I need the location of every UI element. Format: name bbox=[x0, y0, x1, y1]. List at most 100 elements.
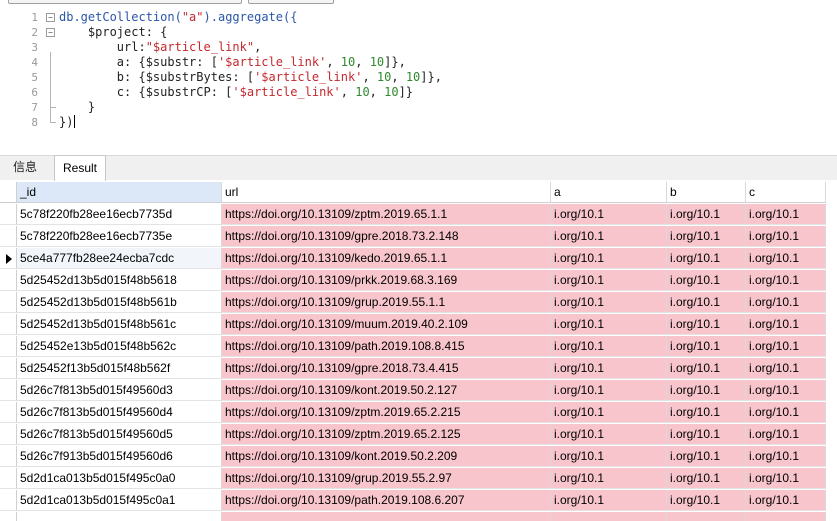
row-indicator[interactable] bbox=[0, 380, 17, 401]
code-text[interactable]: db.getCollection("a").aggregate({ bbox=[59, 10, 297, 25]
row-indicator[interactable] bbox=[0, 512, 17, 521]
cell-b[interactable]: i.org/10.1 bbox=[667, 292, 746, 313]
cell-c[interactable]: i.org/10.1 bbox=[746, 314, 826, 335]
row-indicator[interactable] bbox=[0, 336, 17, 357]
cell-id[interactable]: 5c78f220fb28ee16ecb7735d bbox=[17, 204, 222, 225]
cell-b[interactable]: i.org/10.1 bbox=[667, 358, 746, 379]
row-indicator[interactable] bbox=[0, 402, 17, 423]
row-indicator[interactable] bbox=[0, 358, 17, 379]
cell-a[interactable]: i.org/10.1 bbox=[551, 270, 667, 291]
table-row[interactable]: 5d25452d13b5d015f48b561b https://doi.org/… bbox=[0, 292, 837, 314]
table-row[interactable]: 5d26c7f813b5d015f49560d4 https://doi.org/… bbox=[0, 402, 837, 424]
cell-id[interactable]: 5d25452d13b5d015f48b5618 bbox=[17, 270, 222, 291]
cell-url[interactable]: https://doi.org/10.13109/zptm.2019.65.2.… bbox=[222, 402, 551, 423]
cell-c[interactable]: i.org/10.1 bbox=[746, 248, 826, 269]
cell-c[interactable]: i.org/10.1 bbox=[746, 358, 826, 379]
cell-b[interactable]: i.org/10.1 bbox=[667, 446, 746, 467]
row-indicator[interactable] bbox=[0, 446, 17, 467]
cell-a[interactable] bbox=[551, 512, 667, 521]
code-text[interactable]: b: {$substrBytes: ['$article_link', 10, … bbox=[59, 70, 442, 85]
cell-id[interactable]: 5d2d1ca013b5d015f495c0a1 bbox=[17, 490, 222, 511]
cell-url[interactable]: https://doi.org/10.13109/path.2019.108.6… bbox=[222, 490, 551, 511]
cell-a[interactable]: i.org/10.1 bbox=[551, 204, 667, 225]
code-text[interactable]: url:"$article_link", bbox=[59, 40, 262, 55]
cell-a[interactable]: i.org/10.1 bbox=[551, 292, 667, 313]
table-row[interactable]: 5d26c7f813b5d015f49560d3 https://doi.org/… bbox=[0, 380, 837, 402]
cell-a[interactable]: i.org/10.1 bbox=[551, 226, 667, 247]
cell-url[interactable]: https://doi.org/10.13109/zptm.2019.65.1.… bbox=[222, 204, 551, 225]
row-indicator[interactable] bbox=[0, 248, 17, 269]
cell-c[interactable]: i.org/10.1 bbox=[746, 204, 826, 225]
cell-id[interactable]: 5c78f220fb28ee16ecb7735e bbox=[17, 226, 222, 247]
row-indicator[interactable] bbox=[0, 490, 17, 511]
cell-id[interactable]: 5ce4a777fb28ee24ecba7cdc bbox=[17, 248, 222, 269]
cell-c[interactable]: i.org/10.1 bbox=[746, 402, 826, 423]
tab-info[interactable]: 信息 bbox=[5, 156, 45, 179]
table-row[interactable]: 5d2d1ca013b5d015f495c0a0 https://doi.org/… bbox=[0, 468, 837, 490]
cell-a[interactable]: i.org/10.1 bbox=[551, 380, 667, 401]
table-row[interactable]: 5d25452d13b5d015f48b561c https://doi.org/… bbox=[0, 314, 837, 336]
cell-b[interactable]: i.org/10.1 bbox=[667, 248, 746, 269]
cell-b[interactable]: i.org/10.1 bbox=[667, 204, 746, 225]
table-row[interactable]: 5c78f220fb28ee16ecb7735d https://doi.org/… bbox=[0, 204, 837, 226]
cell-url[interactable]: https://doi.org/10.13109/kont.2019.50.2.… bbox=[222, 380, 551, 401]
table-row[interactable]: 5d2d1ca013b5d015f495c0a1 https://doi.org/… bbox=[0, 490, 837, 512]
cell-b[interactable]: i.org/10.1 bbox=[667, 226, 746, 247]
table-row[interactable]: 5d26c7f913b5d015f49560d6 https://doi.org/… bbox=[0, 446, 837, 468]
cell-c[interactable]: i.org/10.1 bbox=[746, 468, 826, 489]
cell-c[interactable]: i.org/10.1 bbox=[746, 336, 826, 357]
cell-url[interactable]: https://doi.org/10.13109/kont.2019.50.2.… bbox=[222, 446, 551, 467]
cell-url[interactable]: https://doi.org/10.13109/grup.2019.55.1.… bbox=[222, 292, 551, 313]
row-indicator[interactable] bbox=[0, 226, 17, 247]
code-line[interactable]: 4 a: {$substr: ['$article_link', 10, 10]… bbox=[0, 55, 837, 70]
fold-toggle-icon[interactable]: − bbox=[46, 28, 55, 37]
cell-url[interactable]: https://doi.org/10.13109/path.2019.108.8… bbox=[222, 336, 551, 357]
cell-c[interactable]: i.org/10.1 bbox=[746, 292, 826, 313]
cell-id[interactable]: 5d26c7f913b5d015f49560d6 bbox=[17, 446, 222, 467]
cell-a[interactable]: i.org/10.1 bbox=[551, 248, 667, 269]
cell-c[interactable]: i.org/10.1 bbox=[746, 424, 826, 445]
cell-a[interactable]: i.org/10.1 bbox=[551, 358, 667, 379]
query-tab-stub[interactable] bbox=[8, 0, 242, 4]
cell-b[interactable]: i.org/10.1 bbox=[667, 314, 746, 335]
cell-url[interactable]: https://doi.org/10.13109/grup.2019.55.2.… bbox=[222, 468, 551, 489]
cell-url[interactable]: https://doi.org/10.13109/gpre.2018.73.4.… bbox=[222, 358, 551, 379]
cell-a[interactable]: i.org/10.1 bbox=[551, 468, 667, 489]
cell-a[interactable]: i.org/10.1 bbox=[551, 490, 667, 511]
table-row[interactable]: 5d25452f13b5d015f48b562f https://doi.org/… bbox=[0, 358, 837, 380]
cell-b[interactable]: i.org/10.1 bbox=[667, 336, 746, 357]
cell-b[interactable]: i.org/10.1 bbox=[667, 490, 746, 511]
code-line[interactable]: 7 } bbox=[0, 100, 837, 115]
cell-url[interactable]: https://doi.org/10.13109/kedo.2019.65.1.… bbox=[222, 248, 551, 269]
cell-c[interactable]: i.org/10.1 bbox=[746, 226, 826, 247]
cell-c[interactable]: i.org/10.1 bbox=[746, 490, 826, 511]
row-indicator[interactable] bbox=[0, 204, 17, 225]
cell-c[interactable] bbox=[746, 512, 826, 521]
table-row[interactable]: 5ce4a777fb28ee24ecba7cdc https://doi.org/… bbox=[0, 248, 837, 270]
cell-id[interactable]: 5d2d1ca013b5d015f495c0a0 bbox=[17, 468, 222, 489]
code-text[interactable]: }) bbox=[59, 115, 76, 130]
cell-c[interactable]: i.org/10.1 bbox=[746, 380, 826, 401]
cell-b[interactable]: i.org/10.1 bbox=[667, 402, 746, 423]
row-indicator[interactable] bbox=[0, 314, 17, 335]
cell-url[interactable]: https://doi.org/10.13109/gpre.2018.73.2.… bbox=[222, 226, 551, 247]
cell-a[interactable]: i.org/10.1 bbox=[551, 402, 667, 423]
cell-id[interactable]: 5d25452d13b5d015f48b561c bbox=[17, 314, 222, 335]
cell-url[interactable]: https://doi.org/10.13109/prkk.2019.68.3.… bbox=[222, 270, 551, 291]
cell-id[interactable]: 5d26c7f813b5d015f49560d4 bbox=[17, 402, 222, 423]
row-indicator[interactable] bbox=[0, 424, 17, 445]
row-indicator[interactable] bbox=[0, 270, 17, 291]
code-line[interactable]: 3 url:"$article_link", bbox=[0, 40, 837, 55]
cell-id[interactable]: 5d26c7f813b5d015f49560d5 bbox=[17, 424, 222, 445]
table-row[interactable]: 5c78f220fb28ee16ecb7735e https://doi.org/… bbox=[0, 226, 837, 248]
column-header-url[interactable]: url bbox=[222, 182, 551, 203]
row-indicator[interactable] bbox=[0, 292, 17, 313]
cell-id[interactable]: 5d25452f13b5d015f48b562f bbox=[17, 358, 222, 379]
query-tab-stub-2[interactable] bbox=[248, 0, 334, 4]
cell-a[interactable]: i.org/10.1 bbox=[551, 314, 667, 335]
cell-url[interactable] bbox=[222, 512, 551, 521]
cell-b[interactable] bbox=[667, 512, 746, 521]
column-header-a[interactable]: a bbox=[551, 182, 667, 203]
cell-c[interactable]: i.org/10.1 bbox=[746, 270, 826, 291]
cell-c[interactable]: i.org/10.1 bbox=[746, 446, 826, 467]
